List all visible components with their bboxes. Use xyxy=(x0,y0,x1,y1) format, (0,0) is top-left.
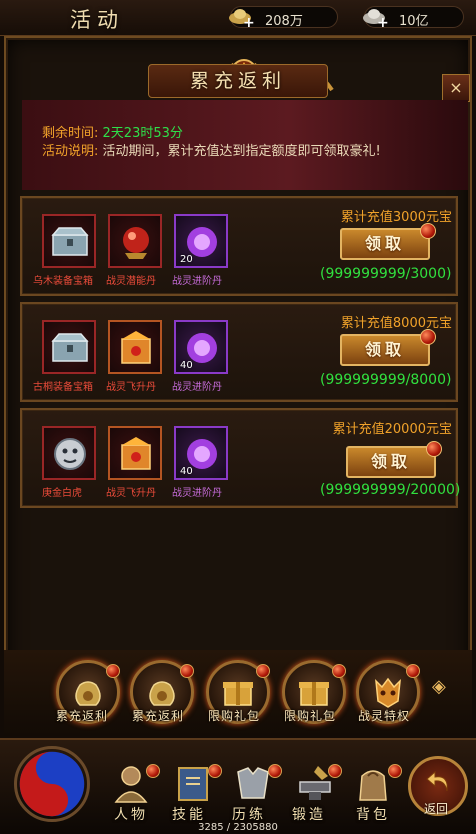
add-silver-button[interactable]: + xyxy=(377,15,389,31)
remaining-time: 剩余时间: 2天23时53分 xyxy=(42,122,183,141)
nav-label: 背包 xyxy=(356,807,390,823)
notification-dot xyxy=(332,664,346,678)
reward-row: 40 庚金白虎 战灵飞升丹 战灵进阶丹 累计充值20000元宝 领取 (9999… xyxy=(20,408,461,508)
item-count: 40 xyxy=(180,466,193,477)
gift-box-icon xyxy=(223,682,253,706)
notification-dot xyxy=(328,764,342,778)
close-button[interactable]: × xyxy=(442,74,470,102)
event-info: 剩余时间: 2天23时53分 活动说明: 活动期间，累计充值达到指定额度即可领取… xyxy=(22,100,468,190)
description-label: 活动说明: xyxy=(42,144,99,159)
notification-dot xyxy=(180,664,194,678)
tab-label: 限购礼包 xyxy=(208,709,261,723)
notification-dot xyxy=(208,764,222,778)
event-description: 活动说明: 活动期间，累计充值达到指定额度即可领取豪礼! xyxy=(42,140,381,159)
recharge-requirement: 累计充值8000元宝 xyxy=(340,316,452,331)
claim-button[interactable]: 领取 xyxy=(340,329,436,366)
item-name: 庚金白虎 xyxy=(42,488,82,499)
nav-label: 历练 xyxy=(232,807,266,823)
item-name: 战灵进阶丹 xyxy=(172,382,222,393)
tab-label: 累充返利 xyxy=(132,709,185,723)
item-name: 战灵飞升丹 xyxy=(106,382,156,393)
recharge-progress: (999999999/20000) xyxy=(320,482,461,498)
recharge-requirement: 累计充值20000元宝 xyxy=(332,422,452,437)
more-tabs-arrow-icon[interactable]: ◈ xyxy=(432,676,446,697)
notification-dot xyxy=(420,223,436,239)
item-name: 战灵进阶丹 xyxy=(172,276,222,287)
claim-label: 领取 xyxy=(364,234,405,253)
item-name: 战灵飞升丹 xyxy=(106,488,156,499)
red-orb-icon xyxy=(123,227,149,259)
chest-icon xyxy=(51,333,89,362)
reward-item[interactable]: 20 xyxy=(174,214,228,268)
hp-mp-orb-icon xyxy=(14,746,90,822)
money-bag-icon xyxy=(75,681,101,706)
notification-dot xyxy=(406,664,420,678)
item-count: 40 xyxy=(180,360,193,371)
silver-amount: 10亿 xyxy=(399,14,429,29)
reward-item[interactable] xyxy=(42,214,96,268)
page-title: 活动 xyxy=(70,8,124,32)
nav-label: 人物 xyxy=(114,807,148,823)
reward-row: 20 乌木装备宝箱 战灵潜能丹 战灵进阶丹 累计充值3000元宝 领取 (999… xyxy=(20,196,458,296)
nav-label: 锻造 xyxy=(292,807,326,823)
panel-title: 累充返利 xyxy=(148,64,328,98)
money-bag-icon xyxy=(149,681,175,706)
tab-label: 战灵特权 xyxy=(358,709,411,723)
gift-box-icon xyxy=(299,682,329,706)
notification-dot xyxy=(256,664,270,678)
claim-label: 领取 xyxy=(370,452,411,471)
notification-dot xyxy=(146,764,160,778)
item-name: 战灵潜能丹 xyxy=(106,276,156,287)
reward-item[interactable] xyxy=(42,320,96,374)
return-label: 返回 xyxy=(424,802,449,816)
item-count: 20 xyxy=(180,254,193,265)
reward-item[interactable] xyxy=(108,320,162,374)
description-text: 活动期间，累计充值达到指定额度即可领取豪礼! xyxy=(102,144,381,159)
item-name: 乌木装备宝箱 xyxy=(33,276,93,287)
remaining-time-label: 剩余时间: xyxy=(42,126,99,141)
top-bar: 活动 + 208万 + 10亿 xyxy=(0,0,476,36)
notification-dot xyxy=(268,764,282,778)
gold-box-icon xyxy=(121,331,151,364)
claim-button[interactable]: 领取 xyxy=(340,223,436,260)
gold-amount: 208万 xyxy=(265,14,303,29)
recharge-progress: (999999999/3000) xyxy=(320,266,452,282)
reward-item[interactable]: 40 xyxy=(174,320,228,374)
add-gold-button[interactable]: + xyxy=(243,15,255,31)
silver-currency: + 10亿 xyxy=(363,6,464,31)
notification-dot xyxy=(106,664,120,678)
return-arrow-icon xyxy=(426,770,448,792)
reward-item[interactable]: 40 xyxy=(174,426,228,480)
recharge-requirement: 累计充值3000元宝 xyxy=(340,210,452,225)
item-name: 古桐装备宝箱 xyxy=(33,382,93,393)
notification-dot xyxy=(420,329,436,345)
countdown-timer: 2天23时53分 xyxy=(102,126,183,141)
reward-item[interactable] xyxy=(108,426,162,480)
tab-label: 累充返利 xyxy=(56,709,109,723)
nav-label: 技能 xyxy=(172,807,206,823)
notification-dot xyxy=(426,441,442,457)
tab-label: 限购礼包 xyxy=(284,709,337,723)
notification-dot xyxy=(388,764,402,778)
demon-mask-icon xyxy=(375,677,401,708)
claim-button[interactable]: 领取 xyxy=(346,441,442,478)
reward-row: 40 古桐装备宝箱 战灵飞升丹 战灵进阶丹 累计充值8000元宝 领取 (999… xyxy=(20,302,458,402)
reward-item[interactable] xyxy=(42,426,96,480)
recharge-progress: (999999999/8000) xyxy=(320,372,452,388)
chest-icon xyxy=(51,227,89,256)
item-name: 战灵进阶丹 xyxy=(172,488,222,499)
gold-currency: + 208万 xyxy=(229,6,338,31)
claim-label: 领取 xyxy=(364,340,405,359)
experience-readout: 3285 / 2305880 xyxy=(198,822,278,833)
gold-box-icon xyxy=(121,437,151,470)
tiger-icon xyxy=(54,438,86,470)
reward-item[interactable] xyxy=(108,214,162,268)
